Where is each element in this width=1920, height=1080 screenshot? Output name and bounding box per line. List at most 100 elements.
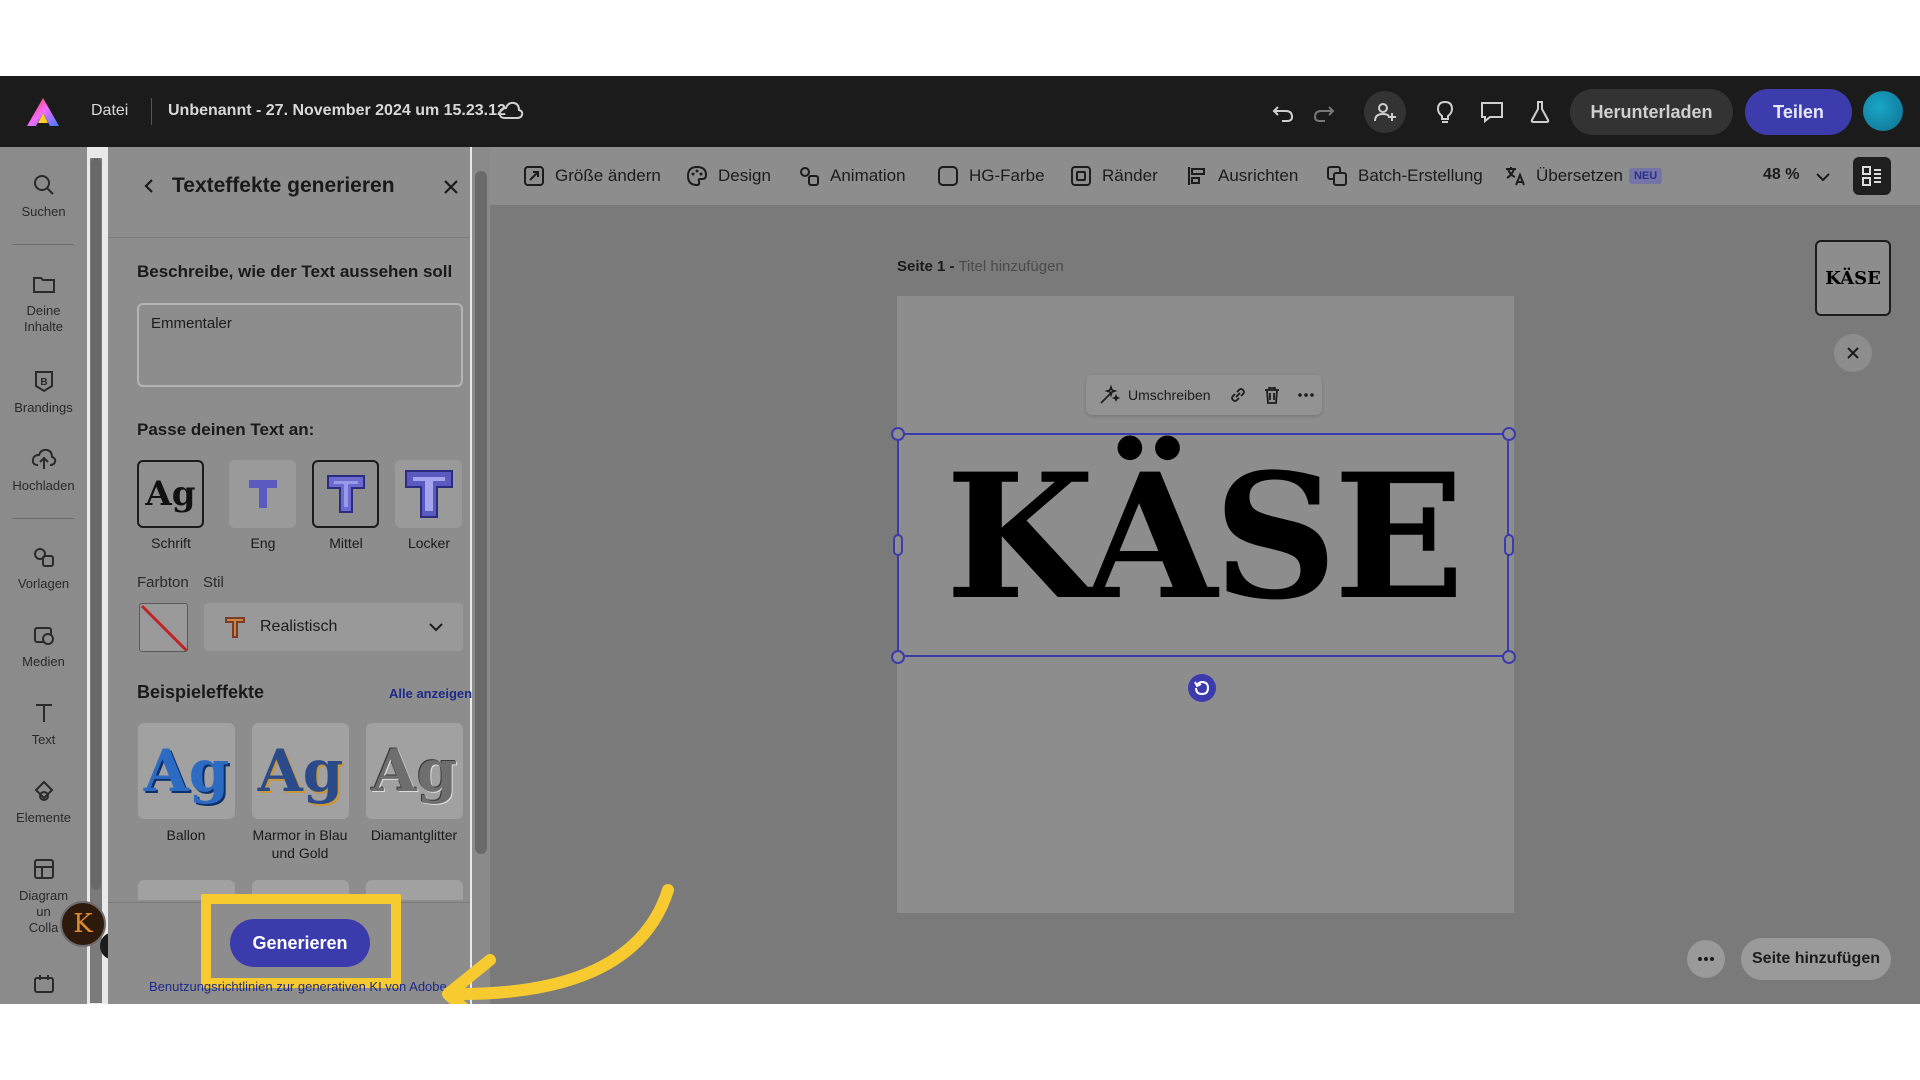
rail-item-label: Text xyxy=(31,732,56,747)
resize-handle[interactable] xyxy=(1502,427,1516,441)
rail-item-search[interactable]: Suchen xyxy=(0,172,87,220)
page-thumbnail[interactable]: KÄSE xyxy=(1815,240,1891,316)
rail-item-label: Medien xyxy=(22,654,65,669)
rail-item-your-content[interactable]: Deine Inhalte xyxy=(0,271,87,335)
borders-button[interactable]: Ränder xyxy=(1069,164,1158,188)
design-button[interactable]: Design xyxy=(685,164,771,188)
document-title[interactable]: Unbenannt - 27. November 2024 um 15.23.1… xyxy=(168,102,506,120)
k-logo-icon: K xyxy=(73,909,93,939)
fit-option-tight[interactable] xyxy=(229,460,296,528)
folder-icon xyxy=(32,277,55,293)
adobe-express-logo-icon[interactable] xyxy=(26,97,60,127)
tool-label: Größe ändern xyxy=(555,166,661,185)
file-menu[interactable]: Datei xyxy=(91,102,128,120)
link-icon[interactable] xyxy=(1228,385,1248,405)
resize-handle[interactable] xyxy=(1504,534,1514,556)
font-sample-icon: Ag xyxy=(145,474,196,514)
rail-item-brandings[interactable]: B Brandings xyxy=(0,368,87,416)
rail-scrollbar-thumb[interactable] xyxy=(91,158,101,890)
panel-scrollbar-thumb[interactable] xyxy=(475,171,487,854)
align-button[interactable]: Ausrichten xyxy=(1185,164,1298,188)
panel-title: Texteffekte generieren xyxy=(172,174,395,197)
style-dropdown[interactable]: Realistisch xyxy=(204,603,463,651)
rail-item-label: Suchen xyxy=(21,204,66,219)
avatar[interactable] xyxy=(1863,91,1903,131)
lightbulb-icon[interactable] xyxy=(1431,98,1459,126)
layers-icon xyxy=(1862,166,1881,186)
fit-option-medium[interactable] xyxy=(312,460,379,528)
rail-item-label: Vorlagen xyxy=(17,576,70,591)
cloud-icon[interactable] xyxy=(498,100,524,122)
example-marble[interactable]: Ag xyxy=(252,723,349,819)
example-glitter[interactable]: Ag xyxy=(366,723,463,819)
app-window: Datei Unbenannt - 27. November 2024 um 1… xyxy=(0,76,1920,1004)
resize-handle[interactable] xyxy=(1502,650,1516,664)
batch-create-button[interactable]: Batch-Erstellung xyxy=(1325,164,1483,188)
rail-item-label: Diagram xyxy=(18,888,69,903)
rail-item-templates[interactable]: Vorlagen xyxy=(0,544,87,592)
fit-option-loose[interactable] xyxy=(395,460,462,528)
page-label: Seite 1 - Titel hinzufügen xyxy=(897,258,1064,275)
element-toolbar: Umschreiben xyxy=(1086,375,1322,415)
chevron-down-icon[interactable] xyxy=(1814,168,1832,186)
example-label: Diamantglitter xyxy=(370,827,458,843)
assistant-button[interactable]: K xyxy=(60,901,106,947)
more-options-button[interactable] xyxy=(1687,940,1725,978)
bg-color-button[interactable]: HG-Farbe xyxy=(936,164,1045,188)
templates-icon xyxy=(33,548,54,567)
selection-box[interactable] xyxy=(897,433,1509,657)
animation-button[interactable]: Animation xyxy=(797,164,906,188)
fit-option-font[interactable]: Ag xyxy=(137,460,204,528)
align-icon xyxy=(1188,167,1205,185)
rotate-handle[interactable] xyxy=(1188,674,1216,702)
rail-item-label: Elemente xyxy=(16,810,71,825)
redo-icon[interactable] xyxy=(1310,98,1338,126)
rail-item-label: Hochladen xyxy=(12,478,75,493)
undo-icon[interactable] xyxy=(1269,98,1297,126)
resize-handle[interactable] xyxy=(891,650,905,664)
tool-label: Ränder xyxy=(1102,166,1158,185)
page-title-input[interactable]: Titel hinzufügen xyxy=(958,258,1063,275)
more-horizontal-icon[interactable] xyxy=(1296,385,1316,405)
rail-item-upload[interactable]: Hochladen xyxy=(0,446,87,494)
comment-icon[interactable] xyxy=(1478,98,1506,126)
example-balloon[interactable]: Ag xyxy=(138,723,235,819)
download-button[interactable]: Herunterladen xyxy=(1570,89,1733,135)
translate-button[interactable]: Übersetzen NEU xyxy=(1503,164,1663,188)
zoom-level[interactable]: 48 % xyxy=(1763,166,1799,184)
rail-item-elements[interactable]: Elemente xyxy=(0,778,87,826)
resize-handle[interactable] xyxy=(891,427,905,441)
rail-item-text[interactable]: Text xyxy=(0,700,87,748)
back-chevron-icon[interactable] xyxy=(140,177,158,195)
divider xyxy=(151,98,152,125)
close-icon[interactable] xyxy=(441,177,461,197)
show-all-link[interactable]: Alle anzeigen xyxy=(389,686,472,701)
translate-icon xyxy=(1506,167,1525,186)
rail-item-more[interactable] xyxy=(0,972,87,1004)
close-pages-button[interactable] xyxy=(1834,334,1872,372)
fit-label: Mittel xyxy=(329,535,363,551)
rail-item-media[interactable]: Medien xyxy=(0,622,87,670)
generate-button[interactable]: Generieren xyxy=(230,919,370,967)
ai-guidelines-link[interactable]: Benutzungsrichtlinien zur generativen KI… xyxy=(149,979,447,994)
color-swatch-none[interactable] xyxy=(139,603,188,652)
fit-label: Eng xyxy=(250,535,276,551)
rewrite-icon xyxy=(1100,384,1120,404)
add-page-button[interactable]: Seite hinzufügen xyxy=(1741,938,1891,980)
tool-label: HG-Farbe xyxy=(969,166,1045,185)
border-icon xyxy=(1071,166,1091,186)
rewrite-button[interactable]: Umschreiben xyxy=(1128,387,1210,403)
resize-handle[interactable] xyxy=(893,534,903,556)
flask-icon[interactable] xyxy=(1526,98,1554,126)
layers-button[interactable] xyxy=(1853,157,1891,195)
rotate-icon xyxy=(1194,680,1210,696)
share-button[interactable]: Teilen xyxy=(1745,89,1852,135)
resize-button[interactable]: Größe ändern xyxy=(522,164,661,188)
divider xyxy=(12,244,74,245)
batch-icon xyxy=(1327,166,1347,186)
new-badge: NEU xyxy=(1628,168,1663,184)
trash-icon[interactable] xyxy=(1262,385,1282,405)
describe-input[interactable]: Emmentaler xyxy=(137,303,463,387)
tool-label: Übersetzen xyxy=(1536,166,1623,185)
invite-user-button[interactable] xyxy=(1364,91,1406,133)
